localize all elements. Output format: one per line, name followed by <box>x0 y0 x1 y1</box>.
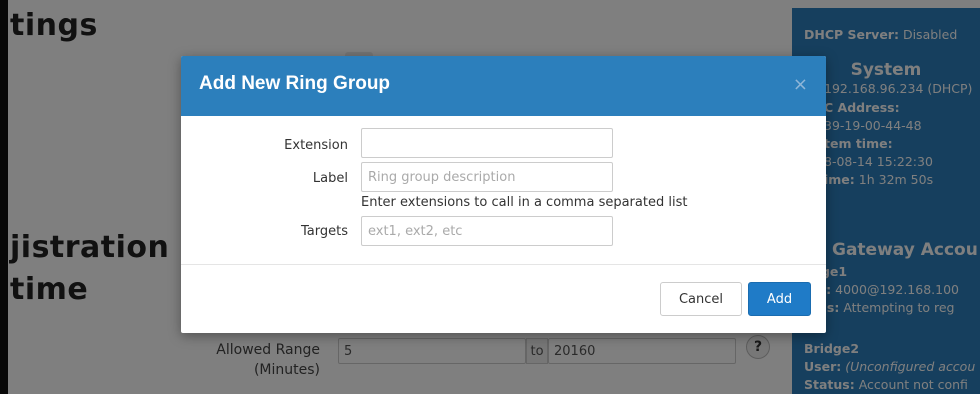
extension-label: Extension <box>284 138 348 153</box>
targets-input[interactable] <box>361 216 613 246</box>
modal-title: Add New Ring Group <box>199 73 391 94</box>
label-field-label: Label <box>312 171 348 186</box>
extension-input[interactable] <box>361 128 613 158</box>
cancel-button[interactable]: Cancel <box>660 282 742 316</box>
targets-label: Targets <box>301 224 348 239</box>
add-ring-group-dialog: Add New Ring Group × Extension Label Ent… <box>181 56 826 333</box>
label-input[interactable] <box>361 162 613 192</box>
targets-help-text: Enter extensions to call in a comma sepa… <box>361 195 688 210</box>
modal-header: Add New Ring Group × <box>181 56 826 116</box>
close-icon[interactable]: × <box>793 74 808 95</box>
modal-footer: Cancel Add <box>181 264 826 333</box>
add-button[interactable]: Add <box>748 282 811 316</box>
